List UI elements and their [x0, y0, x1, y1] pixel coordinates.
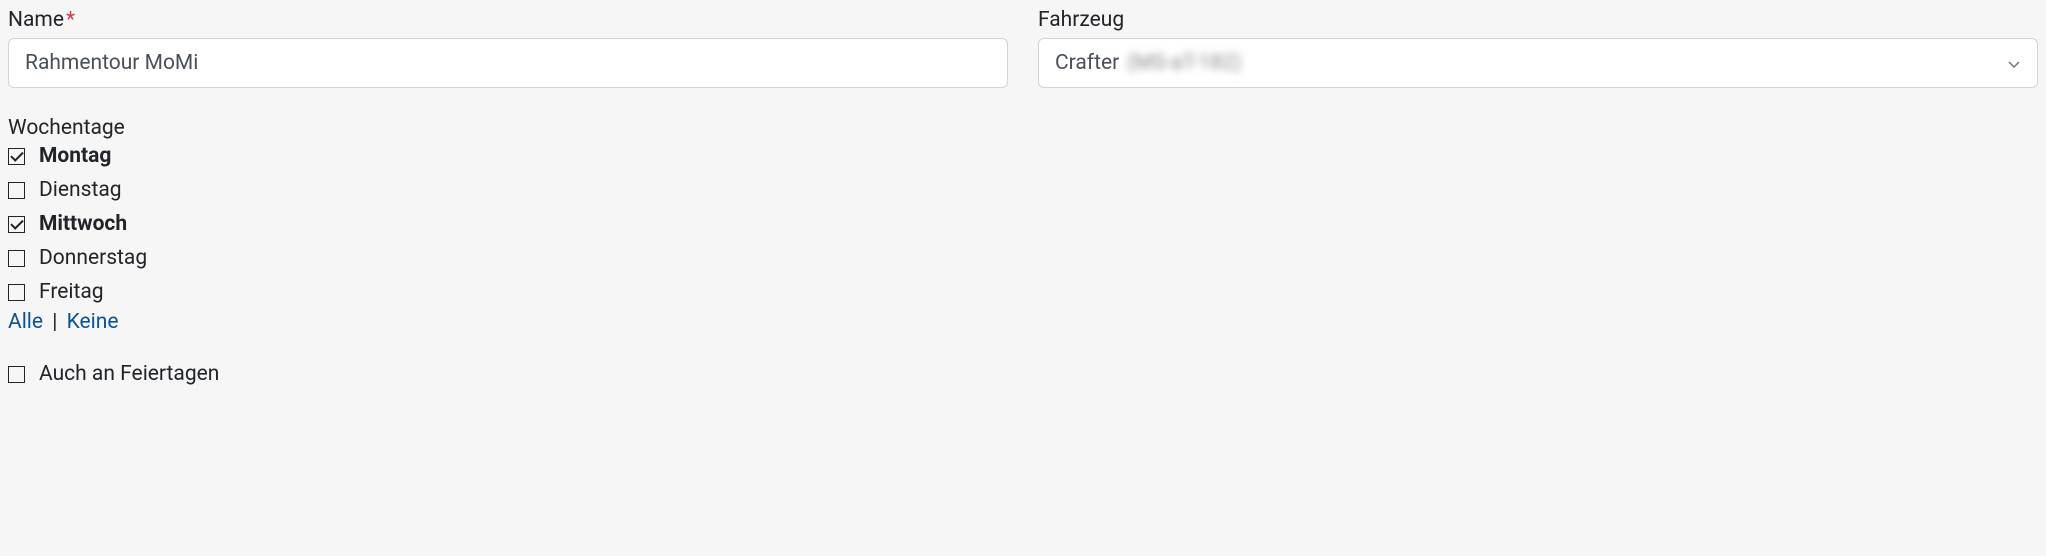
- required-asterisk: *: [66, 8, 75, 32]
- weekday-label: Mittwoch: [39, 212, 127, 236]
- vehicle-select-wrapper: Crafter (MS-aT-182): [1038, 38, 2038, 88]
- weekday-checkbox[interactable]: [8, 284, 25, 301]
- weekday-label: Montag: [39, 144, 111, 168]
- holidays-row: Auch an Feiertagen: [8, 362, 2038, 386]
- weekday-label: Donnerstag: [39, 246, 147, 270]
- vehicle-label: Fahrzeug: [1038, 8, 2038, 32]
- select-all-link[interactable]: Alle: [8, 310, 43, 334]
- weekday-row: Montag: [8, 144, 2038, 168]
- link-separator: |: [52, 310, 57, 334]
- vehicle-select-value-blur: (MS-aT-182): [1127, 51, 1241, 75]
- weekday-row: Dienstag: [8, 178, 2038, 202]
- weekday-row: Mittwoch: [8, 212, 2038, 236]
- name-field-group: Name*: [8, 8, 1008, 88]
- weekdays-label: Wochentage: [8, 116, 2038, 140]
- holidays-section: Auch an Feiertagen: [8, 362, 2038, 386]
- weekday-checkbox[interactable]: [8, 148, 25, 165]
- weekdays-list: Montag Dienstag Mittwoch Donnerstag Freitag: [8, 144, 2038, 304]
- select-none-link[interactable]: Keine: [67, 310, 119, 334]
- weekday-checkbox[interactable]: [8, 216, 25, 233]
- weekday-links: Alle | Keine: [8, 310, 2038, 334]
- weekday-row: Freitag: [8, 280, 2038, 304]
- name-label-text: Name: [8, 8, 64, 32]
- weekday-label: Dienstag: [39, 178, 122, 202]
- vehicle-field-group: Fahrzeug Crafter (MS-aT-182): [1038, 8, 2038, 88]
- name-label: Name*: [8, 8, 1008, 32]
- holidays-label: Auch an Feiertagen: [39, 362, 219, 386]
- weekday-checkbox[interactable]: [8, 250, 25, 267]
- weekday-row: Donnerstag: [8, 246, 2038, 270]
- vehicle-select[interactable]: Crafter (MS-aT-182): [1038, 38, 2038, 88]
- weekday-label: Freitag: [39, 280, 104, 304]
- weekdays-section: Wochentage Montag Dienstag Mittwoch Donners…: [8, 116, 2038, 334]
- vehicle-select-value-prefix: Crafter: [1055, 51, 1119, 75]
- weekday-checkbox[interactable]: [8, 182, 25, 199]
- holidays-checkbox[interactable]: [8, 366, 25, 383]
- name-input[interactable]: [8, 38, 1008, 88]
